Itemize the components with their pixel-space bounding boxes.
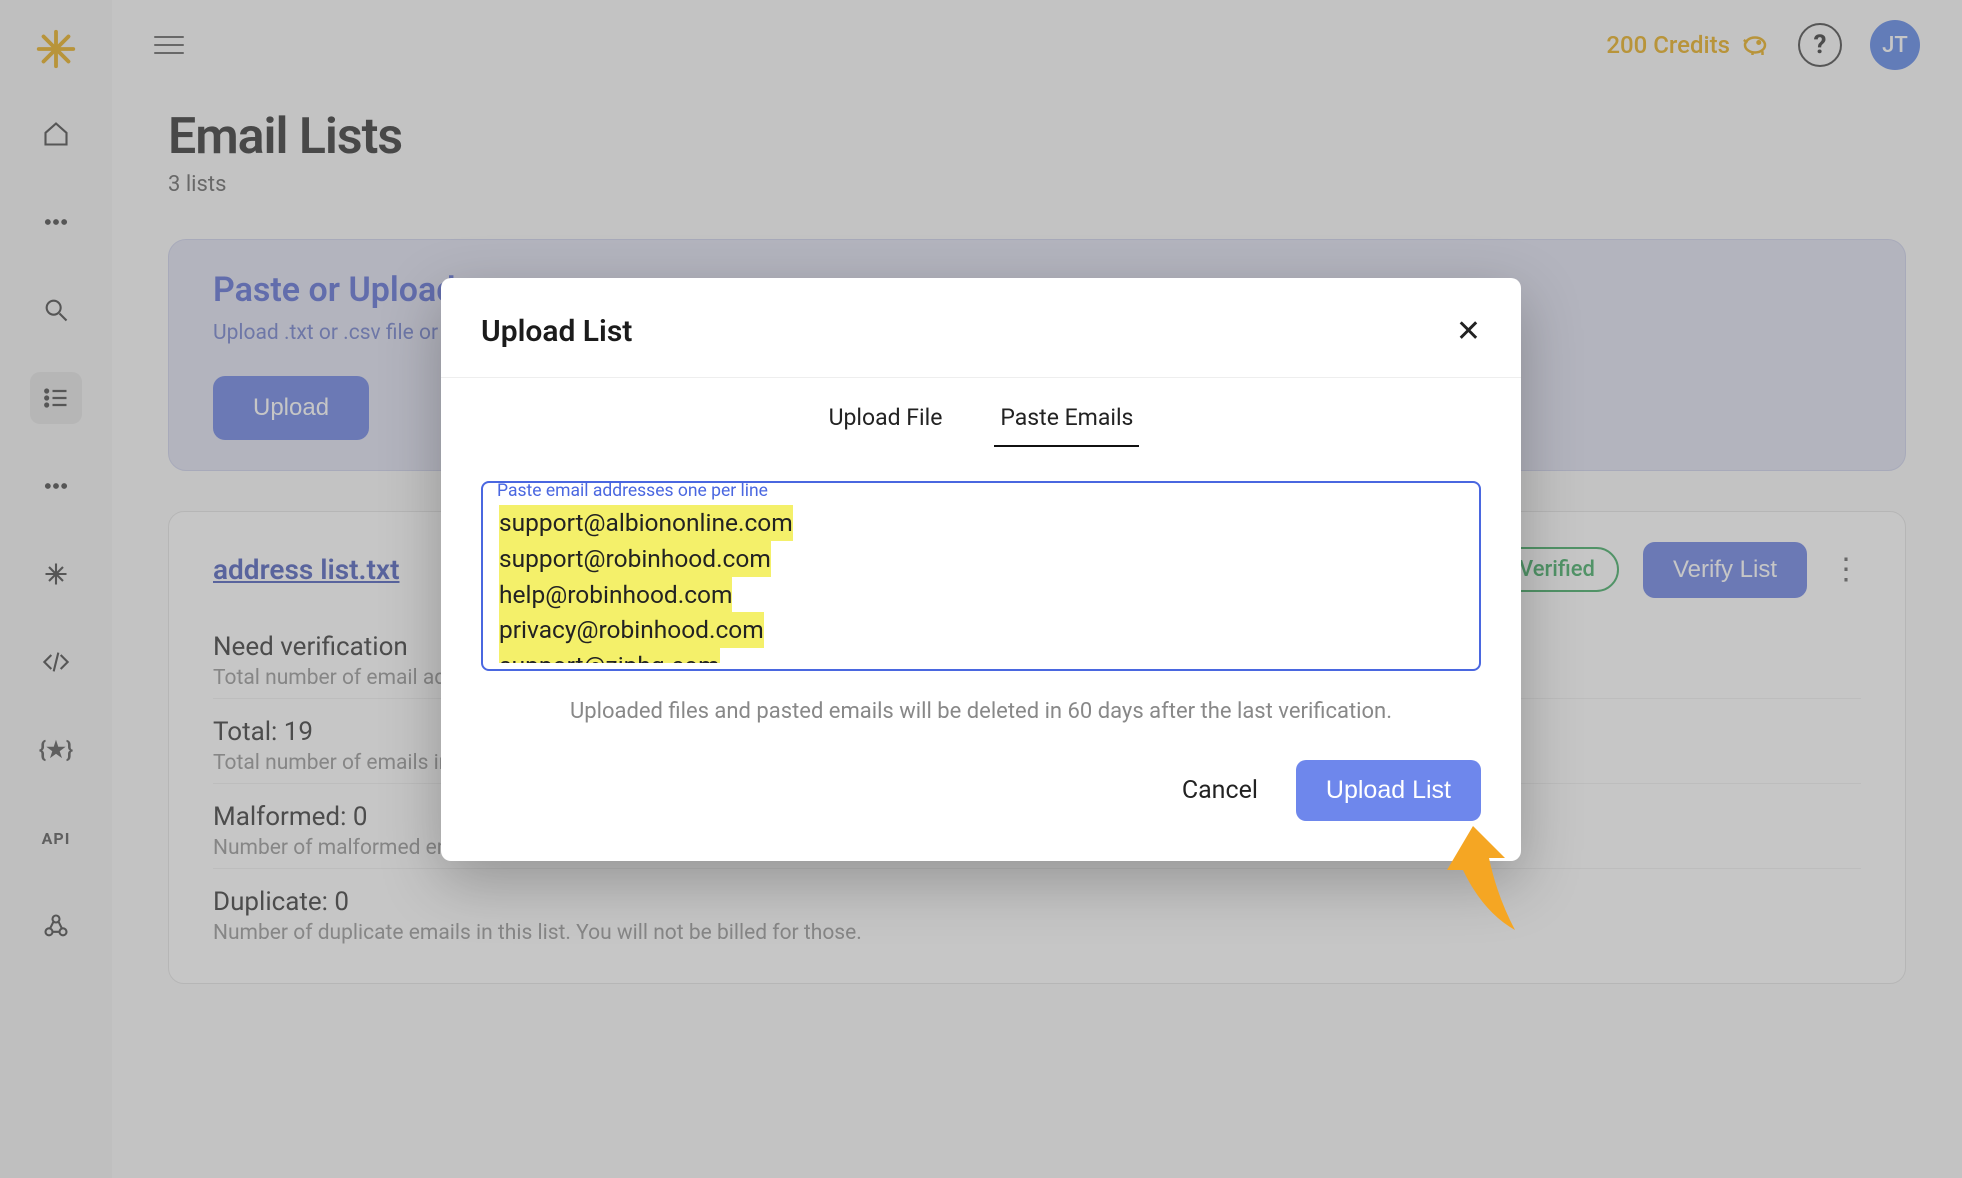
tab-paste-emails[interactable]: Paste Emails xyxy=(994,404,1139,447)
paste-emails-field: Paste email addresses one per line suppo… xyxy=(481,481,1481,671)
modal-scrim[interactable]: Upload List ✕ Upload File Paste Emails P… xyxy=(0,0,1962,1178)
upload-list-button[interactable]: Upload List xyxy=(1296,760,1481,821)
close-icon[interactable]: ✕ xyxy=(1456,314,1481,349)
modal-title: Upload List xyxy=(481,314,632,349)
paste-emails-textarea[interactable]: support@albiononline.comsupport@robinhoo… xyxy=(489,487,1473,663)
textarea-label: Paste email addresses one per line xyxy=(497,481,768,501)
annotation-arrow-icon xyxy=(1443,826,1523,936)
retention-note: Uploaded files and pasted emails will be… xyxy=(481,699,1481,724)
modal-tabs: Upload File Paste Emails xyxy=(481,404,1481,447)
upload-list-modal: Upload List ✕ Upload File Paste Emails P… xyxy=(441,278,1521,861)
cancel-button[interactable]: Cancel xyxy=(1182,776,1258,805)
tab-upload-file[interactable]: Upload File xyxy=(823,404,949,447)
